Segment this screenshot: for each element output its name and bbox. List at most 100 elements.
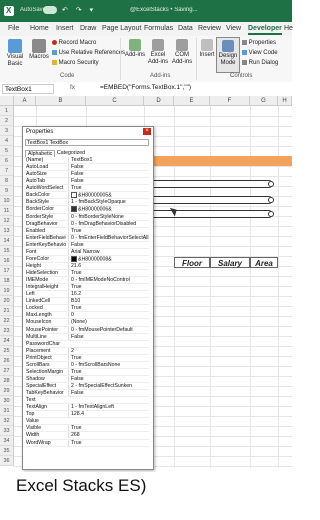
property-row[interactable]: MaxLength 0	[25, 312, 151, 320]
property-value[interactable]: 0	[68, 312, 151, 319]
property-row[interactable]: LinkedCell B10	[25, 298, 151, 306]
row-header[interactable]: 3	[0, 126, 14, 136]
property-value[interactable]: 0 - fmScrollBarsNone	[68, 361, 151, 368]
property-value[interactable]: TextBox1	[68, 157, 151, 163]
property-row[interactable]: Shadow False	[25, 375, 149, 383]
property-value[interactable]: False	[68, 178, 151, 185]
property-row[interactable]: EnterFieldBehavior 0 - fmEnterFieldBehavi…	[25, 234, 151, 242]
tab-help[interactable]: He	[284, 25, 293, 32]
row-header[interactable]: 5	[0, 146, 14, 156]
row-header[interactable]: 1	[0, 106, 14, 116]
tab-alphabetic[interactable]: Alphabetic	[25, 150, 56, 157]
property-row[interactable]: Left 16.2	[25, 291, 149, 299]
property-row[interactable]: TextAlign 1 - fmTextAlignLeft	[25, 404, 149, 412]
property-value[interactable]: &H80000005&	[68, 192, 151, 199]
property-value[interactable]: &H80000008&	[68, 255, 151, 263]
row-header[interactable]: 25	[0, 346, 14, 356]
row-header[interactable]: 35	[0, 446, 14, 456]
property-row[interactable]: Width 268	[25, 432, 151, 440]
row-header[interactable]: 33	[0, 426, 14, 436]
record-macro-button[interactable]: Record Macro	[52, 40, 96, 47]
column-header[interactable]: B	[36, 96, 86, 106]
property-value[interactable]: True	[68, 284, 151, 291]
row-header[interactable]: 29	[0, 386, 14, 396]
property-row[interactable]: ScrollBars 0 - fmScrollBarsNone	[25, 361, 151, 369]
tab-insert[interactable]: Insert	[56, 25, 74, 32]
property-row[interactable]: Top 128.4	[25, 411, 151, 419]
column-header[interactable]: D	[144, 96, 174, 106]
tab-view[interactable]: View	[226, 25, 241, 32]
column-header[interactable]: E	[174, 96, 210, 106]
property-value[interactable]: B10	[68, 298, 151, 305]
property-row[interactable]: MultiLine False	[25, 333, 149, 341]
property-row[interactable]: HideSelection True	[25, 270, 151, 278]
property-row[interactable]: AutoLoad False	[25, 164, 151, 172]
property-value[interactable]: 0 - fmMousePointerDefault	[68, 326, 151, 333]
property-row[interactable]: BorderColor &H80000006&	[25, 206, 149, 214]
use-relative-references-button[interactable]: Use Relative References	[52, 50, 125, 57]
form-textbox[interactable]	[146, 196, 272, 204]
row-header[interactable]: 13	[0, 226, 14, 236]
property-row[interactable]: TabKeyBehavior False	[25, 390, 149, 398]
property-row[interactable]: AutoSize False	[25, 171, 151, 179]
excel-add-ins-button[interactable]: Excel Add-ins	[146, 39, 170, 66]
tab-home[interactable]: Home	[30, 25, 49, 32]
property-value[interactable]: 21.6	[68, 262, 151, 269]
macros-button[interactable]: Macros	[28, 39, 50, 61]
property-value[interactable]: False	[68, 171, 151, 178]
property-row[interactable]: BackStyle 1 - fmBackStyleOpaque	[25, 199, 151, 207]
property-value[interactable]: True	[68, 270, 151, 276]
property-value[interactable]: (None)	[68, 319, 151, 326]
property-value[interactable]: Arial Narrow	[68, 248, 151, 255]
com-add-ins-button[interactable]: COM Add-ins	[170, 39, 194, 66]
insert-controls-button[interactable]: Insert	[198, 39, 216, 59]
tab-developer[interactable]: Developer	[248, 25, 282, 35]
add-ins-button[interactable]: Add-ins	[124, 39, 146, 59]
property-row[interactable]: Height 21.6	[25, 262, 151, 270]
property-row[interactable]: BorderStyle 0 - fmBorderStyleNone	[25, 213, 151, 221]
property-row[interactable]: AutoTab False	[25, 178, 151, 186]
row-header[interactable]: 27	[0, 366, 14, 376]
row-header[interactable]: 34	[0, 436, 14, 446]
row-header[interactable]: 17	[0, 266, 14, 276]
property-row[interactable]: Visible True	[25, 425, 151, 433]
property-row[interactable]: Value	[25, 418, 149, 426]
property-row[interactable]: IntegralHeight True	[25, 284, 151, 292]
property-value[interactable]: 0 - fmEnterFieldBehaviorSelectAll	[68, 234, 151, 241]
property-value[interactable]: 268	[68, 432, 151, 439]
property-value[interactable]: 128.4	[68, 411, 151, 418]
formula-input[interactable]: =EMBED("Forms.TextBox.1","")	[100, 84, 191, 91]
property-value[interactable]: True	[68, 227, 151, 234]
property-row[interactable]: PrintObject True	[25, 354, 149, 362]
autosave-toggle[interactable]	[43, 6, 57, 14]
property-value[interactable]: 0 - fmDragBehaviorDisabled	[68, 220, 151, 227]
row-header[interactable]: 6	[0, 156, 14, 166]
property-row[interactable]: IMEMode 0 - fmIMEModeNoControl	[25, 277, 149, 285]
resize-handle[interactable]	[268, 197, 274, 203]
row-header[interactable]: 28	[0, 376, 14, 386]
property-value[interactable]: 2 - fmSpecialEffectSunken	[68, 383, 151, 389]
tab-review[interactable]: Review	[198, 25, 221, 32]
property-row[interactable]: MouseIcon (None)	[25, 319, 151, 327]
property-row[interactable]: PasswordChar	[25, 341, 149, 348]
form-textbox[interactable]	[146, 180, 272, 188]
property-value[interactable]: 0 - fmBorderStyleNone	[68, 213, 151, 220]
row-header[interactable]: 19	[0, 286, 14, 296]
row-header[interactable]: 9	[0, 186, 14, 196]
property-value[interactable]: True	[68, 425, 151, 432]
quick-access-icons[interactable]: ↶ ↷ ▾	[62, 6, 96, 14]
property-value[interactable]: False	[68, 241, 151, 248]
row-header[interactable]: 21	[0, 306, 14, 316]
column-header[interactable]: G	[250, 96, 278, 106]
row-header[interactable]: 11	[0, 206, 14, 216]
property-row[interactable]: Locked True	[25, 305, 149, 313]
property-value[interactable]: False	[68, 164, 151, 171]
property-row[interactable]: Placement 2	[25, 347, 149, 355]
row-header[interactable]: 2	[0, 116, 14, 126]
row-header[interactable]: 8	[0, 176, 14, 186]
select-all-corner[interactable]	[0, 96, 14, 106]
row-header[interactable]: 16	[0, 256, 14, 266]
visual-basic-button[interactable]: Visual Basic	[4, 39, 26, 68]
property-value[interactable]: 1 - fmBackStyleOpaque	[68, 199, 151, 206]
property-row[interactable]: Text	[25, 397, 149, 405]
